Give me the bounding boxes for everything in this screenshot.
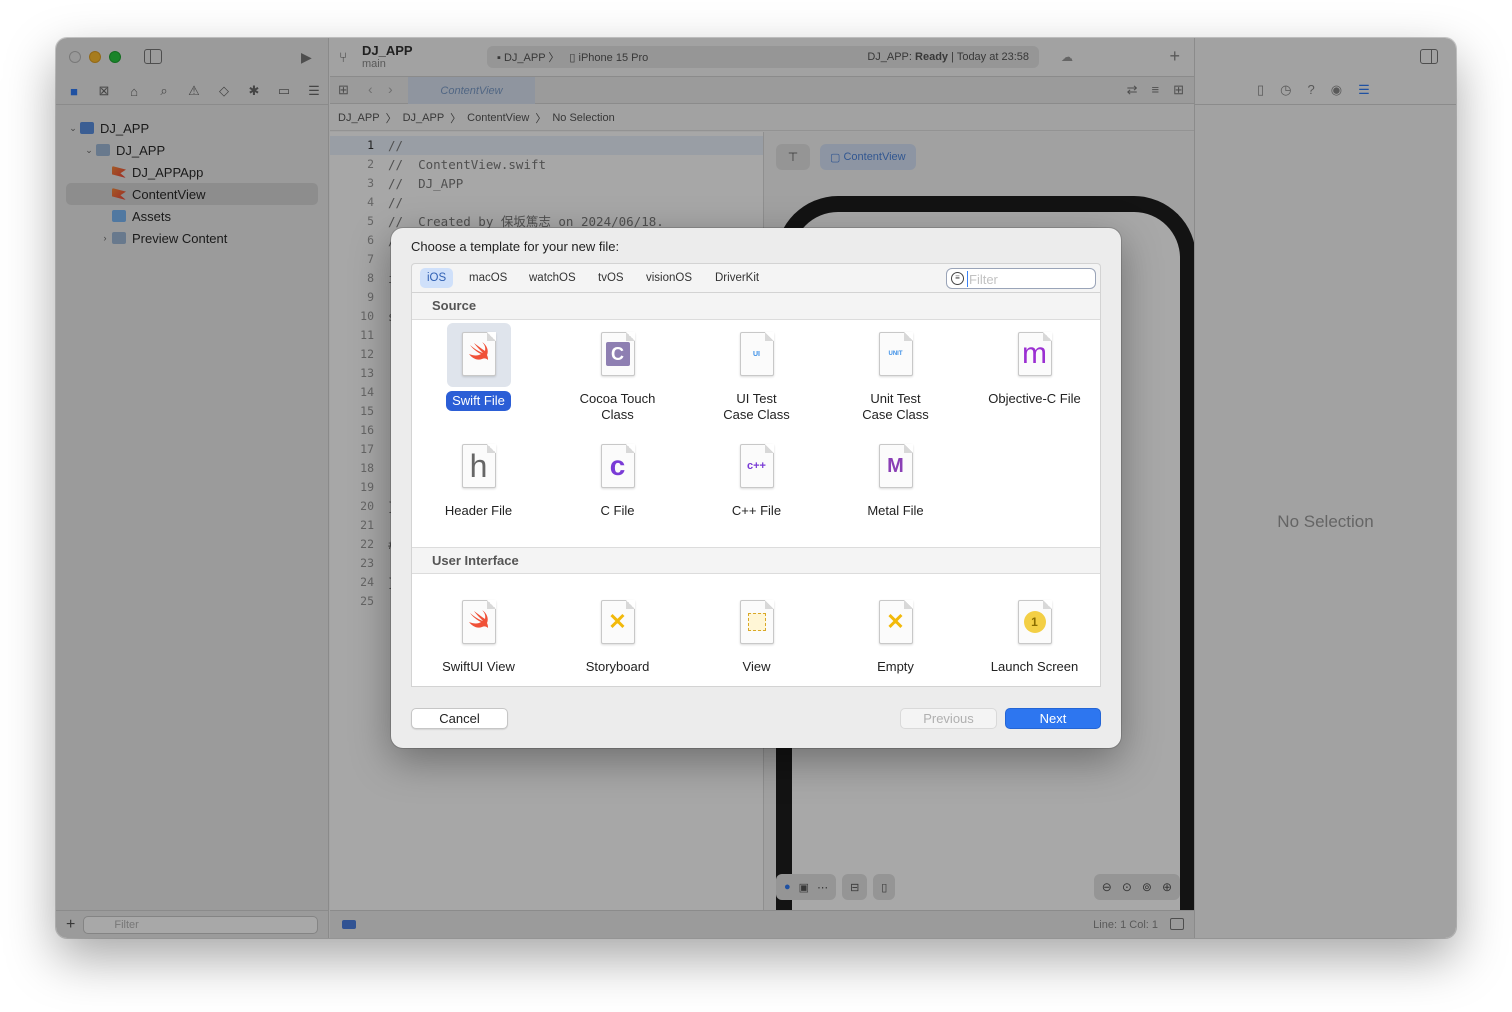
template-unit-test[interactable]: UNIT Unit Test Case Class — [826, 323, 965, 423]
objective-c-icon: m — [1017, 332, 1052, 376]
next-button[interactable]: Next — [1005, 708, 1101, 729]
filter-icon: ≡ — [951, 272, 964, 285]
template-label: C File — [600, 503, 635, 518]
template-label: Storyboard — [585, 659, 650, 674]
tab-tvos[interactable]: tvOS — [591, 268, 631, 288]
platform-tabs: iOS macOS watchOS tvOS visionOS DriverKit ≡ — [411, 263, 1101, 293]
template-metal-file[interactable]: M Metal File — [826, 435, 965, 519]
template-header-file[interactable]: h Header File — [409, 435, 548, 519]
swift-icon — [461, 332, 496, 376]
template-ui-test[interactable]: UI UI Test Case Class — [687, 323, 826, 423]
tab-watchos[interactable]: watchOS — [522, 268, 583, 288]
icon-glyph — [468, 609, 490, 635]
template-icon-frame: 1 — [1003, 591, 1067, 655]
section-header-source: Source — [412, 293, 1100, 320]
template-swift[interactable]: Swift File — [409, 323, 548, 411]
icon-glyph: m — [1022, 337, 1047, 370]
template-cpp-file[interactable]: c++ C++ File — [687, 435, 826, 519]
icon-glyph: ✕ — [886, 609, 905, 634]
template-icon-frame — [447, 591, 511, 655]
template-launch-screen[interactable]: 1 Launch Screen — [965, 591, 1104, 675]
template-label: Header File — [444, 503, 513, 518]
template-label: C++ File — [731, 503, 782, 518]
metal-file-icon: M — [878, 444, 913, 488]
template-objective-c[interactable]: m Objective-C File — [965, 323, 1104, 407]
icon-glyph: C — [605, 342, 630, 366]
icon-glyph: 1 — [1023, 611, 1046, 633]
ui-test-icon: UI — [739, 332, 774, 376]
view-icon — [739, 600, 774, 644]
template-empty[interactable]: ✕ Empty — [826, 591, 965, 675]
previous-button[interactable]: Previous — [900, 708, 997, 729]
template-icon-frame — [446, 323, 511, 387]
template-label: Swift File — [446, 391, 511, 411]
tab-ios[interactable]: iOS — [420, 268, 454, 288]
cpp-file-icon: c++ — [739, 444, 774, 488]
template-icon-frame: UNIT — [864, 323, 928, 387]
template-label: Empty — [877, 659, 914, 674]
template-label: UI Test Case Class — [723, 391, 790, 422]
template-icon-frame: c — [586, 435, 650, 499]
template-icon-frame: M — [864, 435, 928, 499]
template-icon-frame — [725, 591, 789, 655]
template-label: SwiftUI View — [442, 659, 515, 674]
empty-icon: ✕ — [878, 600, 913, 644]
c-file-icon: c — [600, 444, 635, 488]
icon-glyph: UI — [753, 350, 760, 358]
template-icon-frame: h — [447, 435, 511, 499]
template-icon-frame: m — [1003, 323, 1067, 387]
section-header-user-interface: User Interface — [412, 547, 1100, 574]
dialog-title: Choose a template for your new file: — [411, 239, 620, 254]
cocoa-touch-class-icon: C — [600, 332, 635, 376]
icon-glyph: h — [469, 447, 488, 484]
cancel-button[interactable]: Cancel — [411, 708, 508, 729]
template-filter-input[interactable] — [967, 271, 1089, 287]
icon-glyph — [468, 341, 490, 367]
new-file-template-dialog: Choose a template for your new file: iOS… — [391, 228, 1121, 748]
tab-driverkit[interactable]: DriverKit — [708, 268, 766, 288]
icon-glyph — [747, 613, 766, 631]
template-filter[interactable]: ≡ — [946, 268, 1096, 289]
header-file-icon: h — [461, 444, 496, 488]
storyboard-icon: ✕ — [600, 600, 635, 644]
template-storyboard[interactable]: ✕ Storyboard — [548, 591, 687, 675]
template-cocoa-touch-class[interactable]: C Cocoa Touch Class — [548, 323, 687, 423]
icon-glyph: ✕ — [608, 609, 627, 634]
unit-test-icon: UNIT — [878, 332, 913, 376]
template-swiftui[interactable]: SwiftUI View — [409, 591, 548, 675]
template-view[interactable]: View — [687, 591, 826, 675]
template-icon-frame: UI — [725, 323, 789, 387]
template-label: Unit Test Case Class — [862, 391, 929, 422]
template-label: Metal File — [867, 503, 924, 518]
template-icon-frame: C — [586, 323, 650, 387]
swiftui-icon — [461, 600, 496, 644]
launch-screen-icon: 1 — [1017, 600, 1052, 644]
tab-visionos[interactable]: visionOS — [639, 268, 699, 288]
template-c-file[interactable]: c C File — [548, 435, 687, 519]
template-label: View — [742, 659, 771, 674]
icon-glyph: UNIT — [888, 351, 903, 357]
icon-glyph: M — [887, 454, 904, 477]
template-label: Launch Screen — [990, 659, 1079, 674]
template-label: Cocoa Touch Class — [579, 391, 656, 422]
icon-glyph: c++ — [747, 460, 766, 472]
tab-macos[interactable]: macOS — [462, 268, 514, 288]
template-grid: Source User Interface Swift File C Cocoa T… — [411, 292, 1101, 687]
template-label: Objective-C File — [988, 391, 1081, 406]
template-icon-frame: ✕ — [586, 591, 650, 655]
template-icon-frame: c++ — [725, 435, 789, 499]
template-icon-frame: ✕ — [864, 591, 928, 655]
icon-glyph: c — [609, 450, 626, 481]
